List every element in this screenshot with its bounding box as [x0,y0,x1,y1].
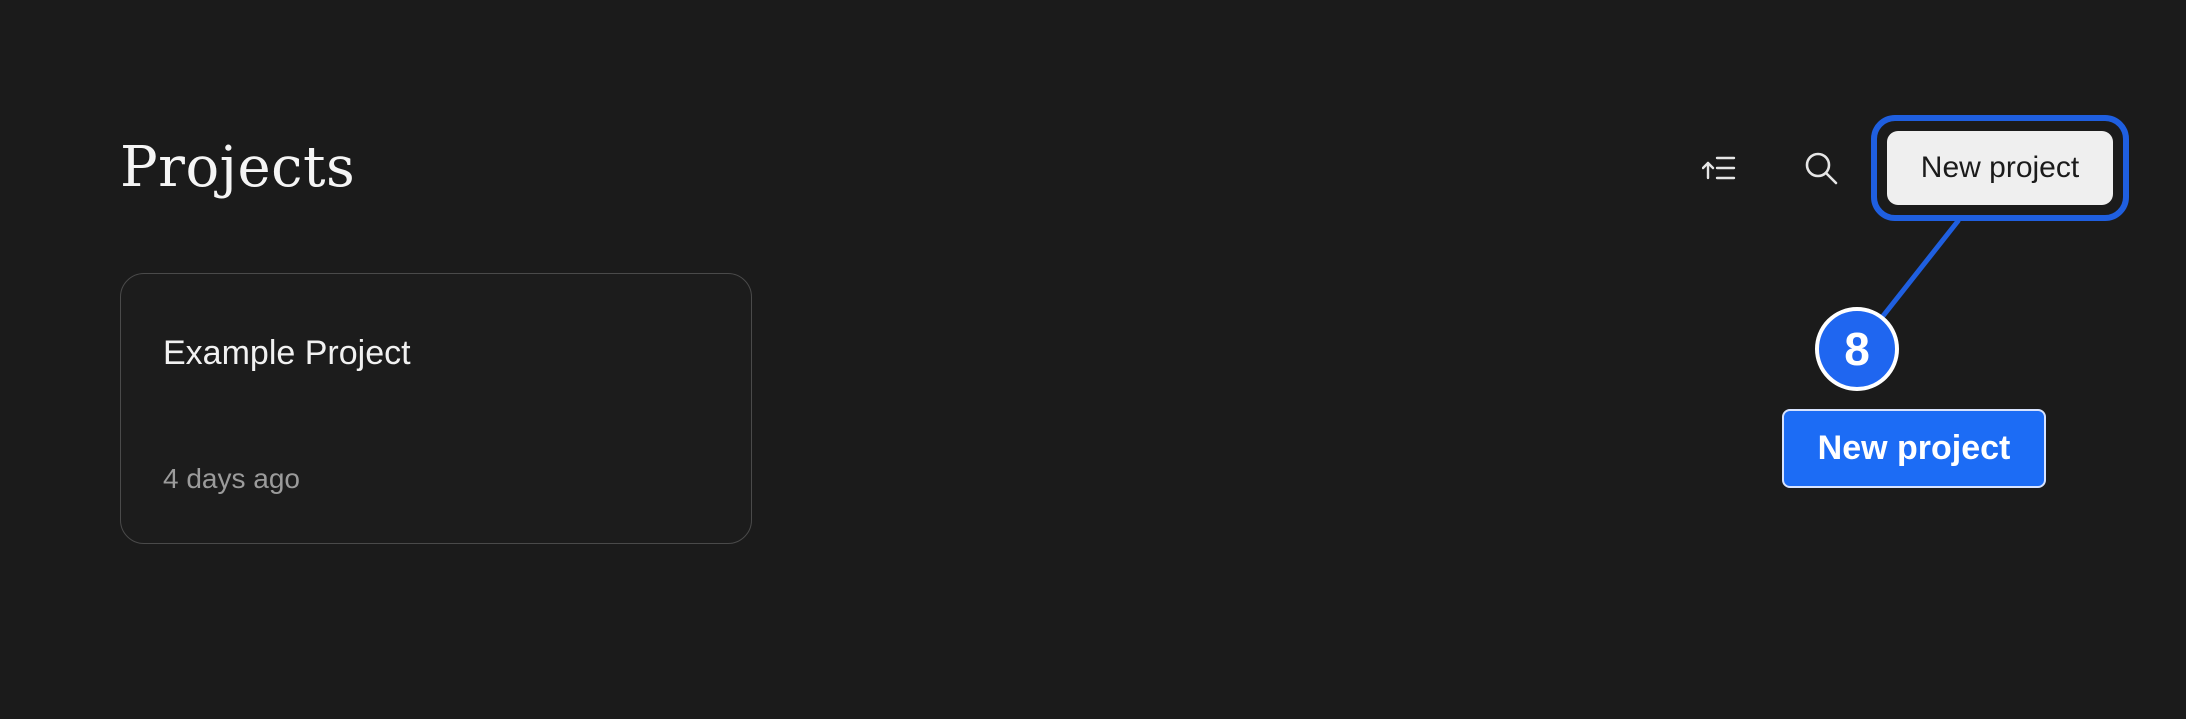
search-button[interactable] [1791,138,1851,198]
project-card[interactable]: Example Project 4 days ago [120,273,752,544]
new-project-button[interactable]: New project [1887,131,2113,205]
project-name: Example Project [163,334,411,372]
sort-ascending-icon [1702,156,1736,180]
projects-page: Projects New project Example Project 4 d… [0,0,2186,719]
sort-button[interactable] [1689,138,1749,198]
search-icon [1805,152,1838,185]
annotation-step-badge: 8 [1815,307,1899,391]
page-title: Projects [120,135,356,200]
annotation-step-label: New project [1782,409,2046,488]
project-updated-time: 4 days ago [163,463,300,494]
